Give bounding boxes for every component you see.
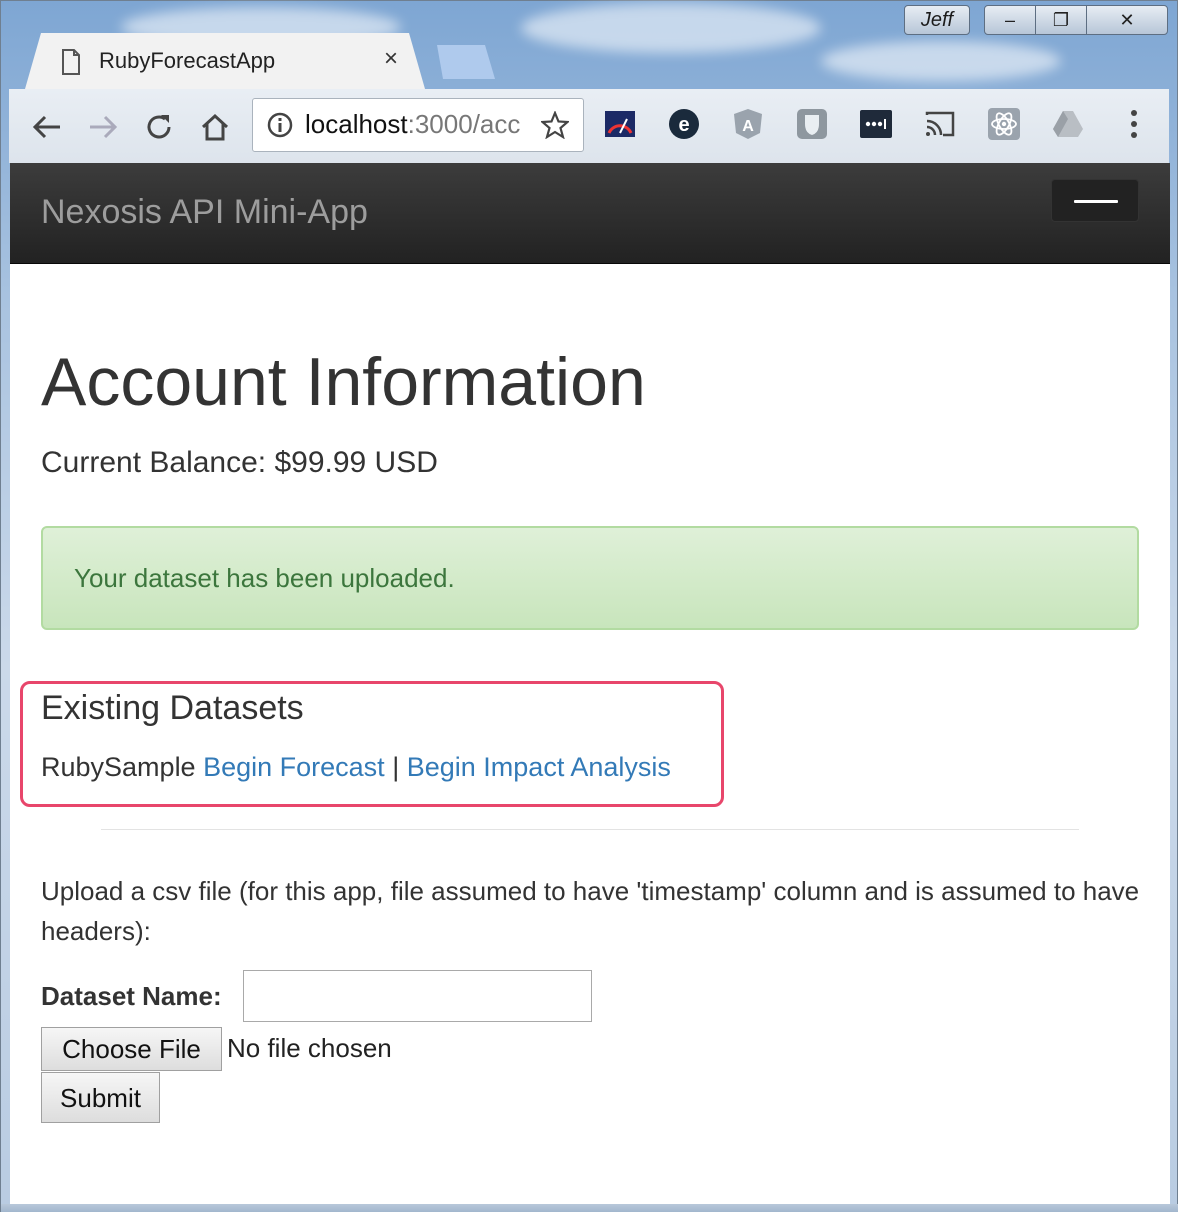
file-status-text: No file chosen [227,1033,392,1063]
success-alert: Your dataset has been uploaded. [41,526,1139,630]
link-separator: | [392,752,400,782]
datasets-heading: Existing Datasets [41,689,304,727]
browser-window: Jeff – ❐ ✕ RubyForecastApp × localhost:3… [0,0,1178,1212]
divider [101,829,1079,830]
alert-message: Your dataset has been uploaded. [74,563,455,593]
info-icon[interactable] [267,112,293,138]
begin-forecast-link[interactable]: Begin Forecast [203,752,385,782]
maximize-button[interactable]: ❐ [1036,6,1087,34]
angular-icon[interactable]: A [731,107,765,141]
star-icon[interactable] [541,111,569,139]
forward-button[interactable] [85,109,121,145]
dataset-name-input[interactable] [243,970,592,1022]
page-title: Account Information [41,344,646,420]
document-icon [62,49,80,75]
ie-tab-icon[interactable]: e [667,107,701,141]
begin-impact-analysis-link[interactable]: Begin Impact Analysis [407,752,671,782]
shield-icon[interactable] [795,107,829,141]
window-bottom-border [1,1204,1178,1212]
submit-button[interactable]: Submit [41,1072,160,1123]
home-button[interactable] [197,109,233,145]
tab-close-icon[interactable]: × [379,47,403,71]
maximize-icon: ❐ [1052,9,1070,30]
navbar: Nexosis API Mini-App [10,163,1170,264]
speedometer-icon[interactable] [603,107,637,141]
new-tab-button[interactable] [437,45,495,79]
window-controls: – ❐ ✕ [984,5,1168,35]
arrow-left-icon [32,115,60,139]
reload-icon [147,115,171,139]
home-icon [201,113,229,141]
sky-decoration [521,3,821,53]
arrow-right-icon [90,115,118,139]
reload-button[interactable] [141,109,177,145]
sky-decoration [821,41,1061,81]
dataset-row: RubySample Begin Forecast | Begin Impact… [41,752,671,783]
back-button[interactable] [29,109,65,145]
svg-text:e: e [678,114,689,136]
profile-button[interactable]: Jeff [904,5,970,35]
minimize-button[interactable]: – [985,6,1036,34]
upload-instructions: Upload a csv file (for this app, file as… [41,876,1140,946]
close-window-button[interactable]: ✕ [1087,6,1167,34]
choose-file-button[interactable]: Choose File [41,1027,222,1071]
hamburger-icon [1074,200,1118,203]
page-viewport: Nexosis API Mini-App Account Information… [10,163,1170,1204]
dataset-name-label: Dataset Name: [41,981,222,1011]
svg-text:A: A [742,118,754,135]
menu-dots-icon[interactable] [1117,107,1151,141]
current-balance: Current Balance: $99.99 USD [41,446,438,479]
navbar-brand[interactable]: Nexosis API Mini-App [41,193,368,232]
drive-icon[interactable] [1051,107,1085,141]
address-bar[interactable]: localhost:3000/acc [252,98,584,152]
lastpass-icon[interactable] [859,107,893,141]
react-icon[interactable] [987,107,1021,141]
dataset-name: RubySample [41,752,196,782]
cast-icon[interactable] [923,107,957,141]
url-text[interactable]: localhost:3000/acc [305,109,527,140]
close-icon: ✕ [1119,9,1135,30]
tab-title: RubyForecastApp [99,48,276,73]
navbar-toggle-button[interactable] [1051,179,1139,222]
minimize-icon: – [1004,9,1015,30]
